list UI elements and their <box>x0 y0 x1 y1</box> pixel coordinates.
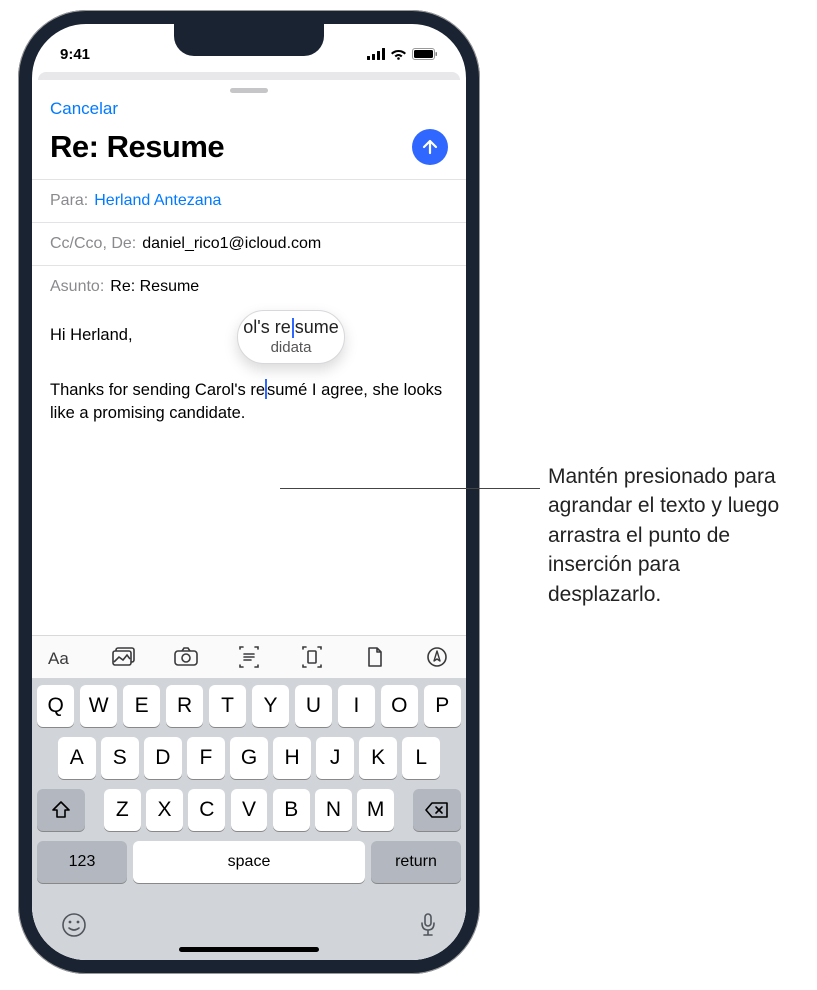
key-x[interactable]: X <box>146 789 183 831</box>
camera-icon[interactable] <box>173 646 199 668</box>
cc-label: Cc/Cco, De: <box>50 235 136 253</box>
key-f[interactable]: F <box>187 737 225 779</box>
status-indicators <box>367 48 438 60</box>
sheet-grabber[interactable] <box>230 88 268 93</box>
to-recipient[interactable]: Herland Antezana <box>94 192 221 210</box>
key-l[interactable]: L <box>402 737 440 779</box>
key-t[interactable]: T <box>209 685 246 727</box>
keyboard-row-3: ZXCVBNM <box>37 789 461 831</box>
sheet-background-peek <box>38 72 460 80</box>
space-key[interactable]: space <box>133 841 365 883</box>
key-w[interactable]: W <box>80 685 117 727</box>
key-a[interactable]: A <box>58 737 96 779</box>
cellular-icon <box>367 48 385 60</box>
key-c[interactable]: C <box>188 789 225 831</box>
key-p[interactable]: P <box>424 685 461 727</box>
attach-file-icon[interactable] <box>361 646 387 668</box>
text-magnifier-loupe: ol's resume didata <box>237 310 345 364</box>
dictation-key[interactable] <box>418 911 438 939</box>
photos-icon[interactable] <box>111 646 137 668</box>
return-key[interactable]: return <box>371 841 461 883</box>
home-indicator[interactable] <box>179 947 319 952</box>
status-time: 9:41 <box>60 46 90 63</box>
live-text-icon[interactable] <box>236 646 262 668</box>
wifi-icon <box>390 48 407 60</box>
keyboard-row-4: 123 space return <box>37 841 461 883</box>
keyboard-row-2: ASDFGHJKL <box>37 737 461 779</box>
compose-sheet: Cancelar Re: Resume Para: Herland Anteza… <box>32 80 466 960</box>
format-icon[interactable]: Aa <box>48 646 74 668</box>
notch <box>174 24 324 56</box>
compose-title: Re: Resume <box>50 129 224 165</box>
battery-icon <box>412 48 438 60</box>
keyboard-row-1: QWERTYUIOP <box>37 685 461 727</box>
key-j[interactable]: J <box>316 737 354 779</box>
body-paragraph: Thanks for sending Carol's resumé I agre… <box>50 379 448 425</box>
callout-text: Mantén presionado para agrandar el texto… <box>548 462 798 609</box>
key-b[interactable]: B <box>273 789 310 831</box>
key-o[interactable]: O <box>381 685 418 727</box>
arrow-up-icon <box>421 138 439 156</box>
send-button[interactable] <box>412 129 448 165</box>
to-label: Para: <box>50 192 88 210</box>
iphone-frame: 9:41 Cancelar Re: Resume Para: Herla <box>18 10 480 974</box>
from-value: daniel_rico1@icloud.com <box>142 235 321 253</box>
home-indicator-area <box>32 941 466 960</box>
subject-value: Re: Resume <box>110 278 199 296</box>
cc-from-field[interactable]: Cc/Cco, De: daniel_rico1@icloud.com <box>32 222 466 265</box>
key-g[interactable]: G <box>230 737 268 779</box>
key-r[interactable]: R <box>166 685 203 727</box>
cancel-button[interactable]: Cancelar <box>50 99 118 118</box>
keyboard: QWERTYUIOP ASDFGHJKL ZXCVBNM 123 space <box>32 678 466 897</box>
callout-leader-line <box>280 488 540 489</box>
key-e[interactable]: E <box>123 685 160 727</box>
key-u[interactable]: U <box>295 685 332 727</box>
key-y[interactable]: Y <box>252 685 289 727</box>
keyboard-bottom-row <box>32 897 466 941</box>
key-n[interactable]: N <box>315 789 352 831</box>
shift-icon <box>51 801 71 819</box>
screen: 9:41 Cancelar Re: Resume Para: Herla <box>32 24 466 960</box>
svg-text:Aa: Aa <box>48 649 69 668</box>
key-m[interactable]: M <box>357 789 394 831</box>
loupe-cursor <box>292 318 294 338</box>
keyboard-toolbar: Aa <box>32 635 466 678</box>
key-s[interactable]: S <box>101 737 139 779</box>
subject-label: Asunto: <box>50 278 104 296</box>
markup-icon[interactable] <box>424 646 450 668</box>
key-h[interactable]: H <box>273 737 311 779</box>
message-body[interactable]: Hi Herland, Thanks for sending Carol's r… <box>32 308 466 635</box>
shift-key[interactable] <box>37 789 85 831</box>
key-v[interactable]: V <box>231 789 268 831</box>
subject-field[interactable]: Asunto: Re: Resume <box>32 265 466 308</box>
key-d[interactable]: D <box>144 737 182 779</box>
key-q[interactable]: Q <box>37 685 74 727</box>
emoji-key[interactable] <box>60 911 88 939</box>
key-i[interactable]: I <box>338 685 375 727</box>
backspace-icon <box>425 801 449 819</box>
numbers-key[interactable]: 123 <box>37 841 127 883</box>
key-z[interactable]: Z <box>104 789 141 831</box>
key-k[interactable]: K <box>359 737 397 779</box>
to-field[interactable]: Para: Herland Antezana <box>32 179 466 222</box>
backspace-key[interactable] <box>413 789 461 831</box>
scan-doc-icon[interactable] <box>299 646 325 668</box>
